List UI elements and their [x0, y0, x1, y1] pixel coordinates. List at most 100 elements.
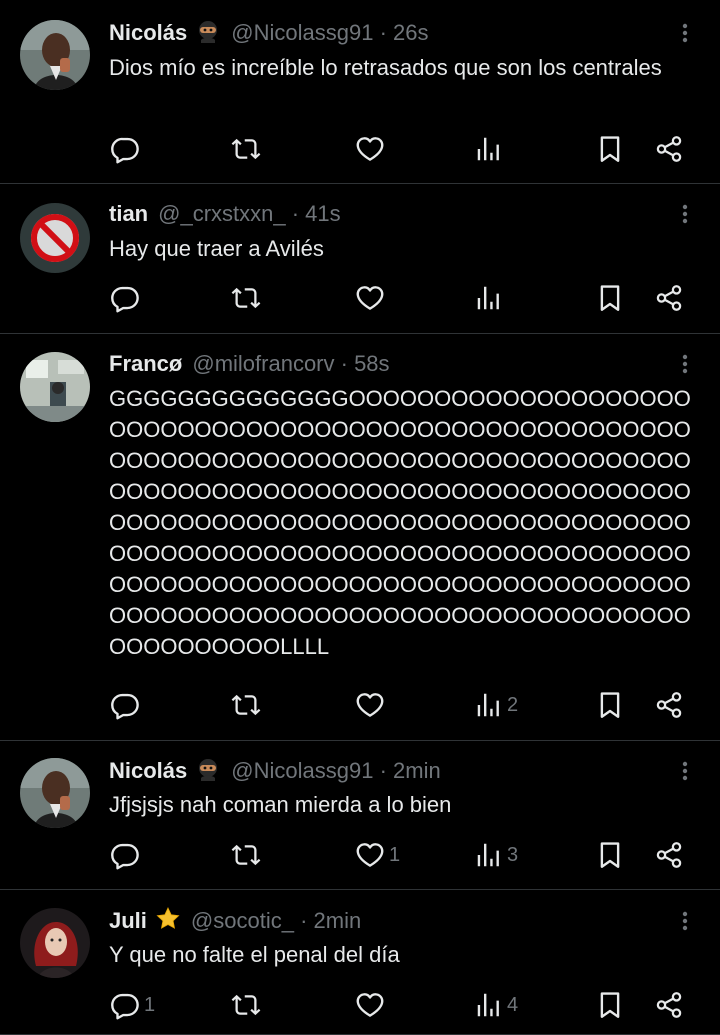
bookmark-button[interactable]: [595, 129, 625, 169]
retweet-button[interactable]: [230, 835, 266, 875]
post-header: tian @_crxstxxn_ · 41s: [109, 199, 341, 229]
replies-count: 1: [144, 993, 156, 1016]
retweet-icon: [230, 690, 262, 720]
more-vertical-icon[interactable]: [672, 349, 698, 379]
post-timestamp[interactable]: 2min: [393, 758, 441, 783]
ninja-emoji-icon: [195, 756, 221, 790]
share-button[interactable]: [654, 129, 684, 169]
avatar[interactable]: [20, 20, 90, 90]
views-icon: [473, 990, 503, 1020]
share-button[interactable]: [654, 278, 684, 318]
bookmark-button[interactable]: [595, 685, 625, 725]
views-button[interactable]: 2: [473, 685, 518, 725]
post[interactable]: Nicolás @Nicolassg91 · 26s Dios mío es inc…: [0, 0, 720, 184]
post-timestamp[interactable]: 26s: [393, 20, 428, 45]
post-header: Juli @socotic_ · 2min: [109, 906, 361, 936]
post-header: Nicolás @Nicolassg91 · 26s: [109, 18, 429, 48]
post-header: Nicolás @Nicolassg91 · 2min: [109, 756, 441, 786]
post-actions: [0, 278, 720, 318]
share-button[interactable]: [654, 685, 684, 725]
display-name[interactable]: Francø: [109, 351, 182, 376]
retweet-button[interactable]: [230, 278, 266, 318]
separator-dot: ·: [293, 908, 314, 933]
views-button[interactable]: [473, 129, 507, 169]
bookmark-button[interactable]: [595, 835, 625, 875]
separator-dot: ·: [334, 351, 355, 376]
post-actions: 14: [0, 985, 720, 1025]
reply-icon: [110, 840, 140, 870]
avatar[interactable]: [20, 203, 90, 273]
heart-icon: [355, 283, 385, 313]
post-actions: 13: [0, 835, 720, 875]
reply-icon: [110, 134, 140, 164]
heart-icon: [355, 134, 385, 164]
share-button[interactable]: [654, 985, 684, 1025]
reply-button[interactable]: 1: [110, 985, 155, 1025]
post[interactable]: Nicolás @Nicolassg91 · 2min Jfjsjsjs nah c…: [0, 741, 720, 890]
bookmark-button[interactable]: [595, 278, 625, 318]
like-button[interactable]: [355, 685, 389, 725]
retweet-button[interactable]: [230, 129, 266, 169]
bookmark-icon: [595, 283, 625, 313]
star-emoji-icon: [155, 906, 181, 940]
separator-dot: ·: [373, 758, 394, 783]
bookmark-icon: [595, 690, 625, 720]
ninja-emoji-icon: [195, 18, 221, 52]
post-text: Dios mío es increíble lo retrasados que …: [109, 55, 662, 80]
reply-button[interactable]: [110, 278, 144, 318]
reply-icon: [110, 283, 140, 313]
post-text: GGGGGGGGGGGGGGOOOOOOOOOOOOOOOOOOOOOOOOOO…: [109, 386, 691, 659]
views-icon: [473, 283, 503, 313]
display-name[interactable]: Nicolás: [109, 758, 187, 783]
share-icon: [654, 990, 684, 1020]
post[interactable]: Francø @milofrancorv · 58s GGGGGGGGGGGGGGO…: [0, 334, 720, 741]
user-handle[interactable]: @Nicolassg91: [231, 20, 373, 45]
like-button[interactable]: [355, 985, 389, 1025]
reply-button[interactable]: [110, 129, 144, 169]
avatar[interactable]: [20, 908, 90, 978]
display-name[interactable]: Nicolás: [109, 20, 187, 45]
views-button[interactable]: [473, 278, 507, 318]
user-handle[interactable]: @socotic_: [191, 908, 294, 933]
share-icon: [654, 690, 684, 720]
post-header: Francø @milofrancorv · 58s: [109, 349, 390, 379]
more-vertical-icon[interactable]: [672, 199, 698, 229]
share-button[interactable]: [654, 835, 684, 875]
post[interactable]: tian @_crxstxxn_ · 41s Hay que traer a Avi…: [0, 184, 720, 334]
views-button[interactable]: 3: [473, 835, 518, 875]
reply-button[interactable]: [110, 685, 144, 725]
post[interactable]: Juli @socotic_ · 2min Y que no falte el pe…: [0, 890, 720, 1035]
user-handle[interactable]: @_crxstxxn_: [158, 201, 285, 226]
views-icon: [473, 840, 503, 870]
share-icon: [654, 134, 684, 164]
display-name[interactable]: Juli: [109, 908, 147, 933]
post-timestamp[interactable]: 2min: [314, 908, 362, 933]
more-vertical-icon[interactable]: [672, 756, 698, 786]
post-timestamp[interactable]: 58s: [354, 351, 389, 376]
display-name[interactable]: tian: [109, 201, 148, 226]
retweet-button[interactable]: [230, 985, 266, 1025]
user-handle[interactable]: @Nicolassg91: [231, 758, 373, 783]
avatar[interactable]: [20, 758, 90, 828]
post-timestamp[interactable]: 41s: [305, 201, 340, 226]
views-icon: [473, 134, 503, 164]
post-text: Y que no falte el penal del día: [109, 942, 400, 967]
like-button[interactable]: [355, 278, 389, 318]
views-button[interactable]: 4: [473, 985, 518, 1025]
bookmark-button[interactable]: [595, 985, 625, 1025]
retweet-icon: [230, 134, 262, 164]
reply-icon: [110, 690, 140, 720]
share-icon: [654, 840, 684, 870]
like-button[interactable]: 1: [355, 835, 400, 875]
share-icon: [654, 283, 684, 313]
avatar[interactable]: [20, 352, 90, 422]
reply-button[interactable]: [110, 835, 144, 875]
more-vertical-icon[interactable]: [672, 18, 698, 48]
retweet-button[interactable]: [230, 685, 266, 725]
retweet-icon: [230, 990, 262, 1020]
more-vertical-icon[interactable]: [672, 906, 698, 936]
heart-icon: [355, 990, 385, 1020]
user-handle[interactable]: @milofrancorv: [192, 351, 334, 376]
like-button[interactable]: [355, 129, 389, 169]
heart-icon: [355, 840, 385, 870]
